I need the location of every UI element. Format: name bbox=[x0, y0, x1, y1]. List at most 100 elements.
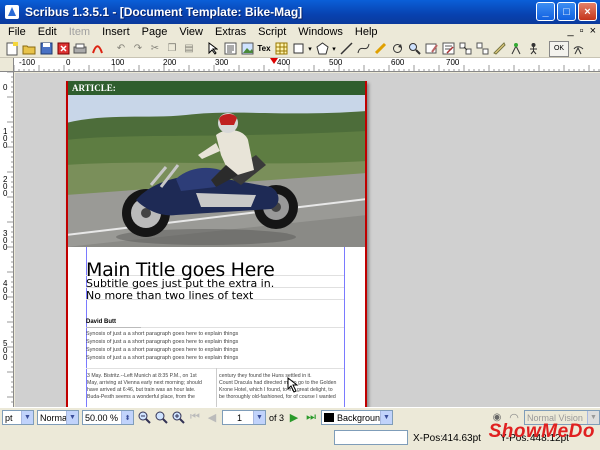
paste-icon[interactable]: ▤ bbox=[181, 41, 197, 57]
mdi-minimize-button[interactable]: _ bbox=[568, 25, 574, 37]
column-line: have arrived at 6:46, but train was an h… bbox=[87, 387, 196, 393]
menu-file[interactable]: File bbox=[2, 26, 32, 38]
menu-help[interactable]: Help bbox=[349, 26, 384, 38]
column-line: Count Dracula had directed me to go to t… bbox=[219, 380, 337, 386]
eyedropper-icon[interactable] bbox=[525, 41, 541, 57]
ruler-corner[interactable] bbox=[0, 58, 14, 72]
pdf-icon[interactable] bbox=[89, 41, 105, 57]
edit-text-icon[interactable] bbox=[440, 41, 456, 57]
next-page-icon[interactable]: ▶ bbox=[287, 411, 301, 425]
page-margin-right bbox=[365, 81, 367, 407]
menu-edit[interactable]: Edit bbox=[32, 26, 63, 38]
text-frame-icon[interactable] bbox=[222, 41, 238, 57]
select-icon[interactable] bbox=[205, 41, 221, 57]
edit-content-icon[interactable] bbox=[423, 41, 439, 57]
zoom-input[interactable]: 50.00 % ⬍ bbox=[82, 410, 134, 425]
measure-icon[interactable] bbox=[491, 41, 507, 57]
undo-icon[interactable]: ↶ bbox=[113, 41, 129, 57]
pdf-tools-icon[interactable] bbox=[570, 41, 586, 57]
shape-icon[interactable] bbox=[290, 41, 306, 57]
minimize-button[interactable]: _ bbox=[536, 2, 555, 21]
chevron-down-icon[interactable]: ▾ bbox=[307, 41, 313, 57]
cut-icon[interactable]: ✂ bbox=[147, 41, 163, 57]
ruler-position-marker bbox=[270, 58, 278, 64]
menu-item[interactable]: Item bbox=[63, 26, 96, 38]
menu-extras[interactable]: Extras bbox=[209, 26, 252, 38]
title-bar: Scribus 1.3.5.1 - [Document Template: Bi… bbox=[0, 0, 600, 24]
last-page-icon[interactable]: ⏭ bbox=[304, 411, 318, 425]
ruler-number: 3 0 0 bbox=[3, 229, 8, 252]
render-frame-icon[interactable]: Tex bbox=[256, 41, 272, 57]
zoom-in-icon[interactable] bbox=[171, 411, 185, 425]
spin-icon: ⬍ bbox=[121, 411, 133, 424]
ruler-number: 500 bbox=[329, 58, 343, 67]
menu-insert[interactable]: Insert bbox=[96, 26, 136, 38]
previous-page-icon[interactable]: ◀ bbox=[205, 411, 219, 425]
redo-icon[interactable]: ↷ bbox=[130, 41, 146, 57]
menu-view[interactable]: View bbox=[173, 26, 209, 38]
column-line: Buda-Pesth seems a wonderful place, from… bbox=[87, 394, 195, 400]
showmedo-watermark: ShowMeDo bbox=[488, 421, 595, 442]
line-icon[interactable] bbox=[338, 41, 354, 57]
freehand-icon[interactable] bbox=[372, 41, 388, 57]
text-column-2[interactable]: century they found the Huns settled in i… bbox=[219, 373, 343, 401]
close-icon[interactable] bbox=[55, 41, 71, 57]
zoom-out-icon[interactable] bbox=[137, 411, 151, 425]
synopsis-line[interactable]: Synosis of just a a short paragraph goes… bbox=[86, 355, 238, 361]
window-title: Scribus 1.3.5.1 - [Document Template: Bi… bbox=[25, 5, 303, 19]
unlink-frames-icon[interactable] bbox=[474, 41, 490, 57]
preview-mode-select[interactable]: Normal ▼ bbox=[37, 410, 79, 425]
mdi-restore-button[interactable]: ▫ bbox=[580, 25, 584, 37]
maximize-button[interactable]: □ bbox=[557, 2, 576, 21]
document-page[interactable]: ARTICLE: Main Title goes Here Subtitle g… bbox=[66, 81, 367, 407]
subtitle-line-2[interactable]: No more than two lines of text bbox=[86, 289, 253, 302]
chevron-down-icon[interactable]: ▾ bbox=[331, 41, 337, 57]
rotate-icon[interactable] bbox=[389, 41, 405, 57]
synopsis-line[interactable]: Synosis of just a a short paragraph goes… bbox=[86, 331, 238, 337]
layer-color-swatch bbox=[324, 413, 335, 422]
link-frames-icon[interactable] bbox=[457, 41, 473, 57]
ruler-number: 4 0 0 bbox=[3, 279, 8, 302]
polygon-icon[interactable] bbox=[314, 41, 330, 57]
author-name[interactable]: David Butt bbox=[86, 319, 116, 325]
table-icon[interactable] bbox=[273, 41, 289, 57]
synopsis-line[interactable]: Synosis of just a a short paragraph goes… bbox=[86, 339, 238, 345]
zoom-icon[interactable] bbox=[406, 41, 422, 57]
save-icon[interactable] bbox=[38, 41, 54, 57]
ruler-number: -100 bbox=[19, 58, 36, 67]
zoom-value: 50.00 % bbox=[85, 412, 119, 423]
ruler-number: 700 bbox=[446, 58, 460, 67]
copy-icon[interactable]: ❐ bbox=[164, 41, 180, 57]
first-page-icon[interactable]: ⏮ bbox=[188, 411, 202, 425]
close-button[interactable]: × bbox=[578, 2, 597, 21]
mdi-close-button[interactable]: × bbox=[590, 25, 596, 37]
column-line: 3 May. Bistritz.--Left Munich at 8:35 P.… bbox=[87, 373, 197, 379]
document-canvas[interactable]: ARTICLE: Main Title goes Here Subtitle g… bbox=[15, 73, 600, 407]
horizontal-ruler[interactable]: -100 0 100 200 300 400 500 600 700 bbox=[14, 58, 600, 72]
text-column-1[interactable]: 3 May. Bistritz.--Left Munich at 8:35 P.… bbox=[87, 373, 215, 401]
new-icon[interactable] bbox=[4, 41, 20, 57]
ok-button[interactable]: OK bbox=[549, 40, 569, 57]
x-pos-value: 414.63pt bbox=[442, 433, 481, 444]
unit-select[interactable]: pt ▼ bbox=[2, 410, 34, 425]
page-number-input[interactable]: 1 ▼ bbox=[222, 410, 266, 425]
mode-value: Normal bbox=[40, 412, 70, 423]
zoom-100-icon[interactable] bbox=[154, 411, 168, 425]
ruler-number: 300 bbox=[215, 58, 229, 67]
image-frame-icon[interactable] bbox=[239, 41, 255, 57]
bezier-icon[interactable] bbox=[355, 41, 371, 57]
menu-page[interactable]: Page bbox=[136, 26, 174, 38]
column-line: be thoroughly old-fashioned, for of cour… bbox=[219, 394, 336, 400]
motorcycle-photo[interactable] bbox=[66, 95, 367, 247]
print-icon[interactable] bbox=[72, 41, 88, 57]
copy-props-icon[interactable] bbox=[508, 41, 524, 57]
article-header: ARTICLE: bbox=[66, 81, 367, 95]
menu-script[interactable]: Script bbox=[252, 26, 292, 38]
layer-select[interactable]: Background ▼ bbox=[321, 410, 394, 425]
open-icon[interactable] bbox=[21, 41, 37, 57]
status-message-field bbox=[334, 430, 408, 445]
main-toolbar: ↶ ↷ ✂ ❐ ▤ Tex ▾ ▾ OK bbox=[0, 40, 600, 58]
vertical-ruler[interactable]: 0 1 0 0 2 0 0 3 0 0 4 0 0 5 0 0 bbox=[0, 72, 14, 407]
menu-windows[interactable]: Windows bbox=[292, 26, 349, 38]
synopsis-line[interactable]: Synosis of just a a short paragraph goes… bbox=[86, 347, 238, 353]
